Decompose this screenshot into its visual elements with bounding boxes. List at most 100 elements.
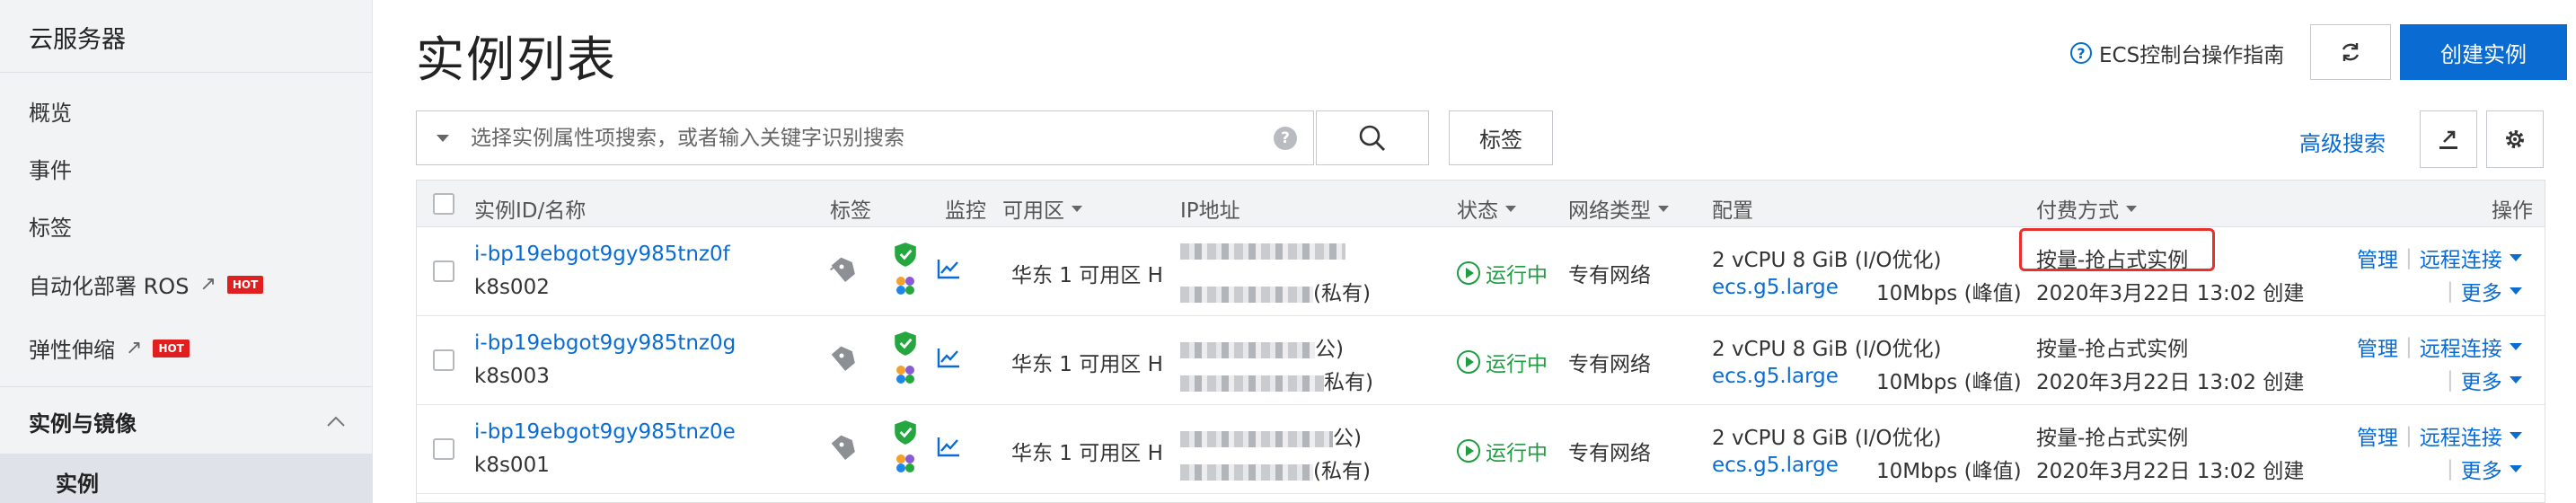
created-time: 2020年3月22日 13:02 创建 — [2036, 371, 2305, 394]
sidebar: 云服务器 概览 事件 标签 自动化部署 ROS ↗ HOT 弹性伸缩 ↗ HOT… — [0, 0, 373, 503]
sidebar-item-label: 实例 — [56, 472, 99, 497]
more-actions[interactable]: | 更多 — [2447, 454, 2522, 484]
instance-type-link[interactable]: ecs.g5.large — [1712, 454, 1839, 477]
sidebar-item-events[interactable]: 事件 — [29, 153, 72, 184]
row-checkbox[interactable] — [433, 260, 454, 282]
private-ip: (私有) — [1180, 454, 1371, 484]
select-all-checkbox[interactable] — [433, 193, 454, 215]
remote-connect-link[interactable]: 远程连接 — [2420, 331, 2502, 362]
tag-icon[interactable] — [828, 257, 857, 284]
sidebar-item-instances[interactable]: 实例 — [0, 454, 373, 503]
column-header-billing[interactable]: 付费方式 — [2036, 193, 2137, 224]
security-shield-icon[interactable] — [891, 419, 920, 446]
sidebar-group-instances-images[interactable]: 实例与镜像 — [29, 406, 348, 437]
table-row: i-bp19ebgot9gy985tnz0e k8s001 华东 1 可用区 H… — [417, 406, 2545, 494]
refresh-button[interactable] — [2310, 24, 2391, 80]
settings-button[interactable] — [2486, 110, 2544, 168]
instance-type-link[interactable]: ecs.g5.large — [1712, 365, 1839, 388]
public-ip-suffix: 公) — [1333, 427, 1362, 450]
status-label: 运行中 — [1486, 264, 1548, 287]
monitor-chart-icon[interactable] — [936, 346, 961, 369]
security-shield-icon[interactable] — [891, 241, 920, 268]
network-type: 专有网络 — [1568, 264, 1651, 287]
public-ip-suffix: 公) — [1315, 338, 1344, 361]
row-checkbox[interactable] — [433, 349, 454, 371]
more-link[interactable]: 更多 — [2461, 454, 2502, 484]
zone-text: 华东 1 可用区 H — [1011, 442, 1163, 465]
search-button[interactable] — [1316, 110, 1429, 165]
table-row: i-bp19ebgot9gy985tnz0f k8s002 华东 1 可用区 H… — [417, 228, 2545, 316]
caret-down-icon[interactable] — [2509, 376, 2522, 384]
export-button[interactable] — [2420, 110, 2477, 168]
column-header-zone[interactable]: 可用区 — [1002, 193, 1082, 224]
instance-id-link[interactable]: i-bp19ebgot9gy985tnz0e — [474, 420, 736, 444]
sidebar-item-autoscaling[interactable]: 弹性伸缩 ↗ HOT — [29, 332, 190, 364]
sidebar-item-label: 事件 — [29, 158, 72, 183]
tag-icon[interactable] — [828, 346, 857, 373]
caret-down-icon[interactable] — [2509, 343, 2522, 350]
sort-caret-icon — [2126, 205, 2137, 212]
caret-down-icon[interactable] — [2509, 287, 2522, 295]
manage-link[interactable]: 管理 — [2357, 243, 2398, 273]
remote-connect-link[interactable]: 远程连接 — [2420, 243, 2502, 273]
public-ip — [1180, 239, 1345, 262]
instance-type-link[interactable]: ecs.g5.large — [1712, 276, 1839, 299]
caret-down-icon[interactable] — [2509, 254, 2522, 261]
app-store-icon[interactable] — [893, 273, 918, 298]
status-running: 运行中 — [1457, 436, 1548, 466]
instance-id-link[interactable]: i-bp19ebgot9gy985tnz0f — [474, 243, 730, 266]
sidebar-item-ros[interactable]: 自动化部署 ROS ↗ HOT — [29, 269, 264, 300]
monitor-chart-icon[interactable] — [936, 435, 961, 458]
tag-icon[interactable] — [828, 435, 857, 462]
caret-down-icon[interactable] — [2509, 465, 2522, 472]
monitor-chart-icon[interactable] — [936, 257, 961, 280]
sidebar-item-label: 标签 — [29, 216, 72, 241]
create-instance-button[interactable]: 创建实例 — [2400, 24, 2567, 80]
zone-text: 华东 1 可用区 H — [1011, 264, 1163, 287]
instance-id-link[interactable]: i-bp19ebgot9gy985tnz0g — [474, 331, 736, 355]
bandwidth: 10Mbps (峰值) — [1876, 460, 2022, 483]
hot-badge: HOT — [153, 339, 190, 357]
sidebar-item-label: 弹性伸缩 — [29, 338, 115, 363]
more-link[interactable]: 更多 — [2461, 276, 2502, 306]
instance-table: 实例ID/名称 标签 监控 可用区 IP地址 状态 网络类型 配置 付费方式 操… — [416, 180, 2545, 503]
caret-down-icon[interactable] — [2509, 432, 2522, 439]
row-checkbox[interactable] — [433, 438, 454, 460]
console-guide-link[interactable]: ? ECS控制台操作指南 — [2070, 38, 2284, 68]
sidebar-item-tags[interactable]: 标签 — [29, 210, 72, 242]
search-icon — [1359, 125, 1385, 151]
sort-caret-icon — [1072, 205, 1082, 212]
manage-link[interactable]: 管理 — [2357, 420, 2398, 451]
billing-method: 按量-抢占式实例 — [2036, 338, 2189, 361]
more-link[interactable]: 更多 — [2461, 365, 2502, 395]
separator: | — [2447, 279, 2454, 303]
search-input[interactable] — [471, 126, 1274, 150]
app-store-icon[interactable] — [893, 451, 918, 476]
play-circle-icon — [1457, 350, 1480, 374]
instance-name: k8s002 — [474, 276, 550, 299]
security-shield-icon[interactable] — [891, 330, 920, 357]
bandwidth: 10Mbps (峰值) — [1876, 282, 2022, 305]
more-actions[interactable]: | 更多 — [2447, 365, 2522, 395]
search-bar[interactable]: ? — [416, 110, 1314, 165]
separator: | — [2405, 335, 2413, 358]
manage-link[interactable]: 管理 — [2357, 331, 2398, 362]
advanced-search-link[interactable]: 高级搜索 — [2299, 126, 2386, 157]
sidebar-item-overview[interactable]: 概览 — [29, 95, 72, 127]
column-header-network[interactable]: 网络类型 — [1568, 193, 1669, 224]
tags-filter-button[interactable]: 标签 — [1449, 110, 1553, 165]
column-header-config: 配置 — [1712, 199, 1753, 223]
remote-connect-link[interactable]: 远程连接 — [2420, 420, 2502, 451]
help-icon[interactable]: ? — [1274, 126, 1297, 150]
caret-down-icon[interactable] — [437, 134, 449, 142]
app-store-icon[interactable] — [893, 362, 918, 387]
column-header-status[interactable]: 状态 — [1457, 193, 1516, 224]
sidebar-item-label: 概览 — [29, 101, 72, 126]
more-actions[interactable]: | 更多 — [2447, 276, 2522, 306]
refresh-icon — [2342, 43, 2360, 61]
instance-name: k8s001 — [474, 454, 550, 477]
chevron-up-icon — [327, 416, 345, 427]
column-header-ip: IP地址 — [1180, 199, 1240, 223]
play-circle-icon — [1457, 439, 1480, 463]
config-spec: 2 vCPU 8 GiB (I/O优化) — [1712, 427, 1942, 450]
